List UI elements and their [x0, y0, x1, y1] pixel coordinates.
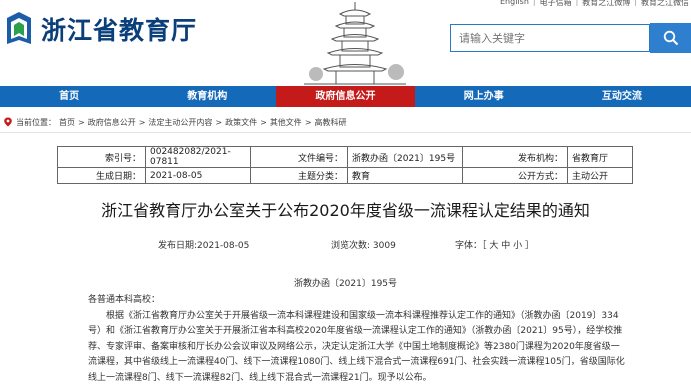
document-number: 浙教办函〔2021〕195号 [293, 279, 398, 289]
main-nav: 首页 教育机构 政府信息公开 网上办事 互动交流 [0, 86, 691, 107]
pagoda-illustration [300, 0, 410, 86]
breadcrumb-prefix: 当前位置： [16, 117, 56, 127]
breadcrumb-item-policy[interactable]: 政策文件 [225, 117, 257, 128]
document-meta-table: 索引号： 002482082/2021-07811 文件编号： 浙教办函〔202… [57, 146, 633, 184]
meta-issuer-label: 发布机构： [462, 146, 568, 168]
breadcrumb-item-statutory[interactable]: 法定主动公开内容 [148, 117, 212, 128]
publish-date: 发布日期:2021-08-05 [158, 241, 250, 251]
meta-open-label: 公开方式： [462, 167, 568, 184]
nav-item-gov-info[interactable]: 政府信息公开 [276, 86, 415, 107]
top-link-wechat[interactable]: 教育之江微信 [641, 0, 689, 8]
logo-emblem-icon [5, 10, 33, 48]
meta-date-label: 生成日期： [57, 167, 146, 184]
search-input[interactable] [451, 25, 649, 51]
view-count: 浏览次数: 3009 [331, 241, 396, 251]
article-body: 各普通本科高校： 根据《浙江省教育厅办公室关于开展省级一流本科课程建设和国家级一… [88, 293, 628, 386]
meta-doc-value: 浙教办函〔2021〕195号 [347, 146, 463, 168]
search-icon [663, 30, 678, 46]
nav-item-interaction[interactable]: 互动交流 [553, 86, 691, 107]
breadcrumb-separator: > [304, 117, 312, 127]
meta-issuer-value: 省教育厅 [567, 146, 633, 168]
article-greeting: 各普通本科高校： [88, 295, 161, 305]
article-title: 浙江省教育厅办公室关于公布2020年度省级一流课程认定结果的通知 [101, 201, 590, 220]
meta-open-value: 主动公开 [567, 167, 633, 184]
top-link-english[interactable]: English [500, 0, 529, 8]
breadcrumb: 当前位置： 首页 > 政府信息公开 > 法定主动公开内容 > 政策文件 > 其他… [0, 112, 691, 132]
breadcrumb-separator: > [260, 117, 267, 127]
breadcrumb-separator: > [215, 117, 223, 127]
nav-item-home[interactable]: 首页 [0, 86, 138, 107]
search-button[interactable] [650, 23, 691, 53]
meta-index-value: 002482082/2021-07811 [145, 146, 251, 168]
top-utility-links: English | 电子信箱 | 教育之江微博 | 教育之江微信 [500, 0, 689, 8]
top-link-email[interactable]: 电子信箱 [540, 0, 572, 8]
breadcrumb-separator: > [138, 117, 146, 127]
meta-date-value: 2021-08-05 [145, 167, 251, 184]
breadcrumb-separator: > [78, 117, 85, 127]
search-box[interactable] [450, 24, 650, 52]
font-size-selector[interactable]: 字体：［ 大 中 小 ］ [455, 238, 534, 251]
nav-item-online-services[interactable]: 网上办事 [415, 86, 553, 107]
nav-item-institutions[interactable]: 教育机构 [138, 86, 276, 107]
breadcrumb-item-gov-info[interactable]: 政府信息公开 [88, 117, 136, 128]
top-link-weibo[interactable]: 教育之江微博 [582, 0, 630, 8]
site-logo[interactable]: 浙江省教育厅 [5, 10, 197, 48]
meta-topic-value: 教育 [347, 167, 463, 184]
breadcrumb-item-higher-ed[interactable]: 高教科研 [315, 117, 347, 128]
breadcrumb-item-other[interactable]: 其他文件 [270, 117, 302, 128]
meta-doc-label: 文件编号： [250, 146, 348, 168]
location-icon [4, 117, 12, 127]
meta-index-label: 索引号： [57, 146, 146, 168]
breadcrumb-item-home[interactable]: 首页 [59, 117, 75, 128]
meta-topic-label: 主题分类： [250, 167, 348, 184]
logo-text: 浙江省教育厅 [41, 16, 198, 45]
article-paragraph: 根据《浙江省教育厅办公室关于开展省级一流本科课程建设和国家级一流本科课程推荐认定… [88, 310, 625, 383]
breadcrumb-divider [0, 132, 691, 133]
site-header: 浙江省教育厅 [0, 0, 691, 86]
